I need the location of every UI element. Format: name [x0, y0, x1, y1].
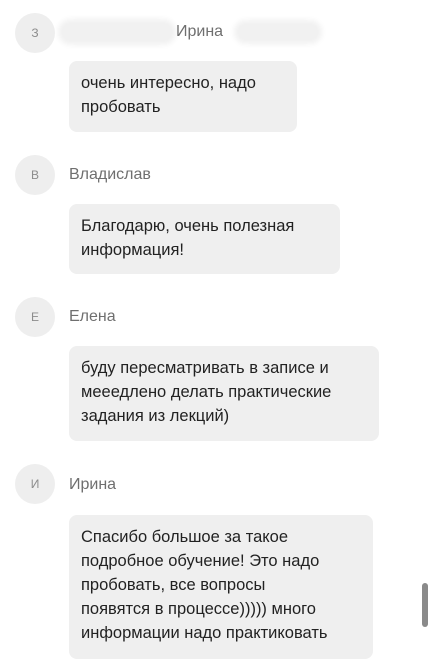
avatar: И	[15, 464, 55, 504]
redacted-name-prefix	[62, 23, 172, 41]
avatar: В	[15, 155, 55, 195]
comment-text: Благодарю, очень полезная информация!	[69, 204, 340, 274]
avatar: З	[15, 13, 55, 53]
scrollbar-thumb[interactable]	[422, 583, 428, 627]
author-name: Ирина	[69, 476, 117, 493]
avatar: Е	[15, 297, 55, 337]
redacted-name-suffix	[238, 24, 318, 40]
comment-text: Спасибо большое за такое подробное обуче…	[69, 515, 373, 659]
author-name: Елена	[69, 308, 116, 325]
author-name: Владислав	[69, 166, 151, 183]
author-name: Ирина	[176, 23, 224, 40]
comment-text: буду пересматривать в записе и мееедлено…	[69, 346, 379, 441]
comment-text: очень интересно, надо пробовать	[69, 61, 297, 132]
comment-item: З Ирина очень интересно, надо пробовать	[0, 0, 428, 140]
